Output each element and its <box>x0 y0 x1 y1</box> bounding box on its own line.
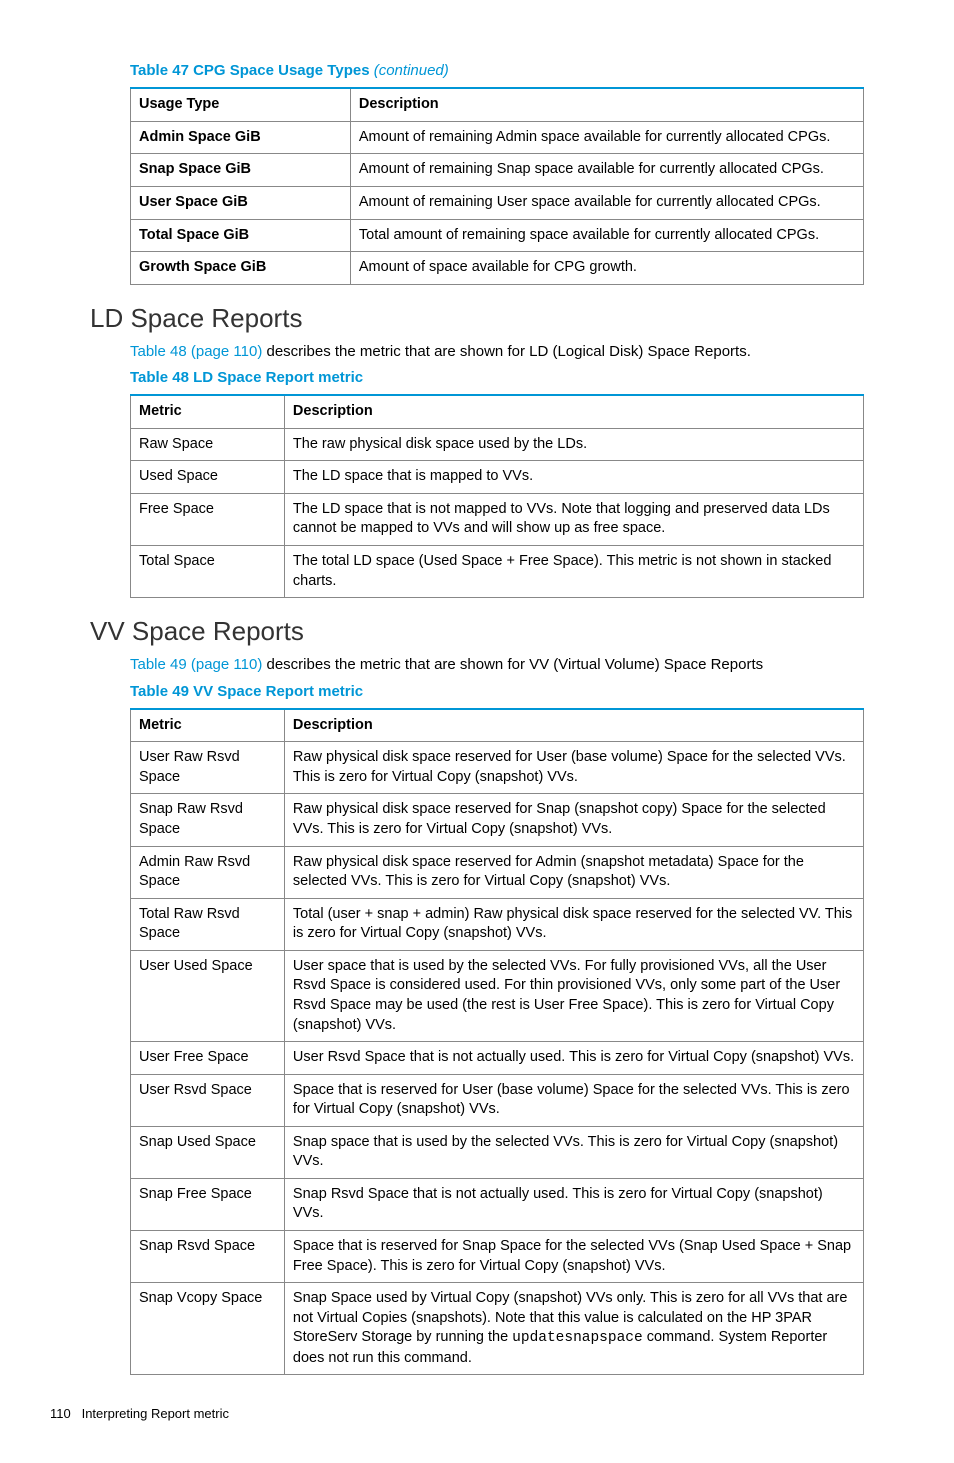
table47-caption: Table 47 CPG Space Usage Types (continue… <box>130 61 864 81</box>
metric-cell: Total Space <box>131 546 285 598</box>
metric-cell: User Rsvd Space <box>131 1074 285 1126</box>
ld-intro-link[interactable]: Table 48 (page 110) <box>130 343 262 360</box>
table-row: Total SpaceThe total LD space (Used Spac… <box>131 546 864 598</box>
metric-cell: User Free Space <box>131 1042 285 1075</box>
table-row: Snap Space GiBAmount of remaining Snap s… <box>131 154 864 187</box>
description-cell: User space that is used by the selected … <box>284 950 863 1041</box>
description-cell: Total amount of remaining space availabl… <box>350 219 863 252</box>
table-row: Snap Free SpaceSnap Rsvd Space that is n… <box>131 1178 864 1230</box>
description-cell: Snap Rsvd Space that is not actually use… <box>284 1178 863 1230</box>
table48-caption: Table 48 LD Space Report metric <box>130 368 864 388</box>
footer-page: 110 <box>50 1406 71 1421</box>
table49-header-row: Metric Description <box>131 709 864 742</box>
table-row: Total Raw Rsvd SpaceTotal (user + snap +… <box>131 898 864 950</box>
table-row: Snap Used SpaceSnap space that is used b… <box>131 1126 864 1178</box>
vv-intro-link[interactable]: Table 49 (page 110) <box>130 656 262 673</box>
table48: Metric Description Raw SpaceThe raw phys… <box>130 394 864 598</box>
description-cell: Amount of remaining Snap space available… <box>350 154 863 187</box>
table-row: Free SpaceThe LD space that is not mappe… <box>131 493 864 545</box>
table48-h0: Metric <box>131 395 285 428</box>
table-row: User Raw Rsvd SpaceRaw physical disk spa… <box>131 742 864 794</box>
metric-cell: Growth Space GiB <box>131 252 351 285</box>
ld-intro-rest: describes the metric that are shown for … <box>262 343 751 360</box>
metric-cell: Admin Space GiB <box>131 121 351 154</box>
metric-cell: Snap Raw Rsvd Space <box>131 794 285 846</box>
description-cell: Amount of space available for CPG growth… <box>350 252 863 285</box>
description-cell: User Rsvd Space that is not actually use… <box>284 1042 863 1075</box>
vv-intro-rest: describes the metric that are shown for … <box>262 656 763 673</box>
table47-h0: Usage Type <box>131 88 351 121</box>
description-cell: The LD space that is not mapped to VVs. … <box>284 493 863 545</box>
description-cell: Space that is reserved for User (base vo… <box>284 1074 863 1126</box>
description-cell: Amount of remaining Admin space availabl… <box>350 121 863 154</box>
table-row: Snap Vcopy SpaceSnap Space used by Virtu… <box>131 1283 864 1375</box>
description-cell: Snap space that is used by the selected … <box>284 1126 863 1178</box>
description-cell: Raw physical disk space reserved for Use… <box>284 742 863 794</box>
description-cell: Raw physical disk space reserved for Sna… <box>284 794 863 846</box>
ld-heading: LD Space Reports <box>90 301 864 336</box>
metric-cell: Raw Space <box>131 428 285 461</box>
table-row: Total Space GiBTotal amount of remaining… <box>131 219 864 252</box>
table47: Usage Type Description Admin Space GiBAm… <box>130 87 864 284</box>
metric-cell: User Used Space <box>131 950 285 1041</box>
metric-cell: Snap Space GiB <box>131 154 351 187</box>
table-row: Snap Raw Rsvd SpaceRaw physical disk spa… <box>131 794 864 846</box>
metric-cell: Admin Raw Rsvd Space <box>131 846 285 898</box>
description-cell: Space that is reserved for Snap Space fo… <box>284 1231 863 1283</box>
description-cell: The raw physical disk space used by the … <box>284 428 863 461</box>
table-row: Growth Space GiBAmount of space availabl… <box>131 252 864 285</box>
metric-cell: Total Space GiB <box>131 219 351 252</box>
metric-cell: Snap Used Space <box>131 1126 285 1178</box>
table-row: User Rsvd SpaceSpace that is reserved fo… <box>131 1074 864 1126</box>
footer-title: Interpreting Report metric <box>82 1406 229 1421</box>
table-row: Raw SpaceThe raw physical disk space use… <box>131 428 864 461</box>
metric-cell: Used Space <box>131 461 285 494</box>
vcopy-cmd: updatesnapspace <box>512 1330 643 1346</box>
metric-cell: Snap Free Space <box>131 1178 285 1230</box>
metric-cell: Total Raw Rsvd Space <box>131 898 285 950</box>
table49-h1: Description <box>284 709 863 742</box>
table-row: Snap Rsvd SpaceSpace that is reserved fo… <box>131 1231 864 1283</box>
table47-header-row: Usage Type Description <box>131 88 864 121</box>
description-cell: Raw physical disk space reserved for Adm… <box>284 846 863 898</box>
ld-intro: Table 48 (page 110) describes the metric… <box>130 342 864 362</box>
table48-h1: Description <box>284 395 863 428</box>
table-row: Admin Space GiBAmount of remaining Admin… <box>131 121 864 154</box>
table-row: User Used SpaceUser space that is used b… <box>131 950 864 1041</box>
table-row: User Space GiBAmount of remaining User s… <box>131 186 864 219</box>
vv-heading: VV Space Reports <box>90 614 864 649</box>
table47-caption-text: Table 47 CPG Space Usage Types <box>130 62 370 79</box>
metric-cell: Snap Rsvd Space <box>131 1231 285 1283</box>
table-row: Used SpaceThe LD space that is mapped to… <box>131 461 864 494</box>
table49-caption: Table 49 VV Space Report metric <box>130 682 864 702</box>
description-cell: Amount of remaining User space available… <box>350 186 863 219</box>
table47-continued: (continued) <box>374 62 449 79</box>
table47-h1: Description <box>350 88 863 121</box>
table48-header-row: Metric Description <box>131 395 864 428</box>
metric-cell: Free Space <box>131 493 285 545</box>
description-cell: Total (user + snap + admin) Raw physical… <box>284 898 863 950</box>
table-row: Admin Raw Rsvd SpaceRaw physical disk sp… <box>131 846 864 898</box>
metric-cell: User Space GiB <box>131 186 351 219</box>
table49: Metric Description User Raw Rsvd SpaceRa… <box>130 708 864 1376</box>
metric-cell: User Raw Rsvd Space <box>131 742 285 794</box>
description-cell: Snap Space used by Virtual Copy (snapsho… <box>284 1283 863 1375</box>
page-footer: 110 Interpreting Report metric <box>50 1405 864 1423</box>
vv-intro: Table 49 (page 110) describes the metric… <box>130 655 864 675</box>
table-row: User Free SpaceUser Rsvd Space that is n… <box>131 1042 864 1075</box>
description-cell: The total LD space (Used Space + Free Sp… <box>284 546 863 598</box>
description-cell: The LD space that is mapped to VVs. <box>284 461 863 494</box>
table49-h0: Metric <box>131 709 285 742</box>
metric-cell: Snap Vcopy Space <box>131 1283 285 1375</box>
